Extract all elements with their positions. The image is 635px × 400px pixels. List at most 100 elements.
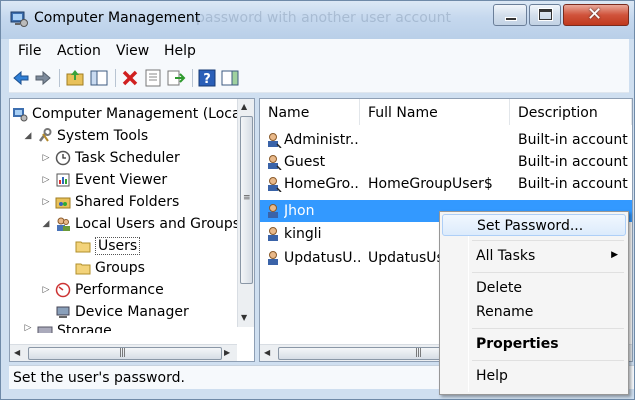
help-icon[interactable]: ? xyxy=(197,68,217,88)
maximize-icon xyxy=(539,9,552,20)
performance-icon xyxy=(55,282,71,298)
user-icon xyxy=(268,251,278,265)
toolbar-separator xyxy=(115,69,116,87)
user-name: Jhon xyxy=(284,203,315,219)
menu-item-help[interactable]: Help xyxy=(442,365,626,387)
tree-label: Device Manager xyxy=(75,304,189,320)
grip-icon: ≡ xyxy=(243,193,250,203)
collapsed-arrow-icon[interactable]: ▷ xyxy=(22,323,34,333)
user-icon xyxy=(268,227,278,241)
grip-icon: ||| xyxy=(119,348,126,358)
collapsed-arrow-icon[interactable]: ▷ xyxy=(40,285,52,295)
tools-icon xyxy=(39,128,52,142)
tree-item-groups[interactable]: Groups xyxy=(72,257,145,279)
user-row[interactable]: HomeGro... HomeGroupUser$ Built-in accou… xyxy=(260,173,632,195)
tree-item-performance[interactable]: ▷ Performance xyxy=(40,279,164,301)
scroll-left-arrow-icon[interactable]: ◀ xyxy=(14,348,20,357)
back-arrow-icon[interactable] xyxy=(11,68,31,88)
tree-item-system-tools[interactable]: ◢ System Tools xyxy=(22,125,148,147)
user-icon xyxy=(268,155,282,170)
computer-management-window: Computer Management password with anothe… xyxy=(0,0,635,400)
menu-help[interactable]: Help xyxy=(164,43,196,59)
tree-label: Storage xyxy=(57,323,112,333)
user-description: Built-in account xyxy=(518,176,628,192)
column-header-description[interactable]: Description xyxy=(510,99,632,125)
column-header-name[interactable]: Name xyxy=(260,99,360,125)
scroll-thumb[interactable]: ||| xyxy=(28,347,222,360)
minimize-button[interactable] xyxy=(493,4,527,26)
delete-icon[interactable] xyxy=(120,68,140,88)
tree-horizontal-scrollbar[interactable]: ◀ ||| ▶ xyxy=(10,344,237,361)
menu-item-set-password[interactable]: Set Password... xyxy=(442,214,626,236)
tree-label: Computer Management (Loca xyxy=(32,106,241,122)
user-name: UpdatusU... xyxy=(284,250,360,266)
tree-label: System Tools xyxy=(57,128,149,144)
scroll-thumb[interactable]: ≡ xyxy=(240,116,253,284)
expanded-arrow-icon[interactable]: ◢ xyxy=(40,219,52,229)
tree-item-local-users-and-groups[interactable]: ◢ Local Users and Groups xyxy=(40,213,241,235)
menu-item-properties[interactable]: Properties xyxy=(442,333,626,355)
users-groups-icon xyxy=(57,217,70,231)
menu-item-all-tasks[interactable]: All Tasks ▶ xyxy=(442,245,626,267)
minimize-icon xyxy=(505,17,517,21)
event-viewer-icon xyxy=(56,173,70,187)
menu-separator xyxy=(472,272,624,273)
tree-vertical-scrollbar[interactable]: ▲ ≡ ▼ xyxy=(237,99,254,327)
export-list-icon[interactable] xyxy=(166,68,186,88)
window-title: Computer Management xyxy=(34,10,201,26)
title-bar[interactable]: Computer Management password with anothe… xyxy=(1,1,634,39)
tree-label: Local Users and Groups xyxy=(75,216,241,232)
tree-label: Users xyxy=(95,237,141,255)
show-action-pane-icon[interactable] xyxy=(220,68,240,88)
close-button[interactable]: ✕ xyxy=(563,4,629,26)
properties-icon[interactable] xyxy=(143,68,163,88)
menu-item-rename[interactable]: Rename xyxy=(442,301,626,323)
menu-bar: File Action View Help xyxy=(9,39,629,63)
user-icon xyxy=(268,204,278,218)
show-hide-tree-icon[interactable] xyxy=(89,68,109,88)
user-full-name: UpdatusUs xyxy=(368,250,440,266)
collapsed-arrow-icon[interactable]: ▷ xyxy=(40,175,52,185)
shared-folder-icon xyxy=(55,197,71,209)
user-description: Built-in account xyxy=(518,154,628,170)
menu-file[interactable]: File xyxy=(18,43,41,59)
menu-item-label: All Tasks xyxy=(476,248,536,264)
tree-item-device-manager[interactable]: Device Manager xyxy=(52,301,189,323)
scroll-right-arrow-icon[interactable]: ▶ xyxy=(224,348,230,357)
collapsed-arrow-icon[interactable]: ▷ xyxy=(40,153,52,163)
menu-item-delete[interactable]: Delete xyxy=(442,277,626,299)
tree-item-storage[interactable]: ▷ Storage xyxy=(22,323,112,333)
device-manager-icon xyxy=(56,306,70,318)
up-folder-icon[interactable] xyxy=(65,68,85,88)
column-header-full-name[interactable]: Full Name xyxy=(360,99,510,125)
tree-item-shared-folders[interactable]: ▷ Shared Folders xyxy=(40,191,180,213)
tree-item-users[interactable]: Users xyxy=(72,235,141,257)
tree-item-task-scheduler[interactable]: ▷ Task Scheduler xyxy=(40,147,180,169)
scroll-up-arrow-icon[interactable]: ▲ xyxy=(241,102,247,111)
collapsed-arrow-icon[interactable]: ▷ xyxy=(40,197,52,207)
tree-item-computer-management[interactable]: Computer Management (Loca xyxy=(12,103,241,125)
tree-item-event-viewer[interactable]: ▷ Event Viewer xyxy=(40,169,168,191)
expanded-arrow-icon[interactable]: ◢ xyxy=(22,131,34,141)
grip-icon: ||| xyxy=(415,348,422,358)
computer-management-icon xyxy=(10,11,28,27)
menu-view[interactable]: View xyxy=(116,43,149,59)
user-icon xyxy=(268,133,282,148)
maximize-button[interactable] xyxy=(529,4,561,26)
scroll-left-arrow-icon[interactable]: ◀ xyxy=(264,348,270,357)
user-name: kingli xyxy=(284,226,322,242)
user-row[interactable]: Guest Built-in account xyxy=(260,151,632,173)
user-description: Built-in account xyxy=(518,132,628,148)
menu-separator xyxy=(472,360,624,361)
user-row[interactable]: Administr... Built-in account xyxy=(260,129,632,151)
computer-management-icon xyxy=(13,108,28,122)
console-tree-pane[interactable]: Computer Management (Loca ◢ System Tools… xyxy=(9,98,255,362)
user-name: Administr... xyxy=(284,132,360,148)
scroll-down-arrow-icon[interactable]: ▼ xyxy=(241,313,247,322)
tree-label: Task Scheduler xyxy=(75,150,180,166)
toolbar: ? xyxy=(9,63,629,93)
menu-action[interactable]: Action xyxy=(57,43,101,59)
submenu-arrow-icon: ▶ xyxy=(611,250,618,260)
forward-arrow-icon[interactable] xyxy=(33,68,53,88)
background-ghost-text: password with another user account xyxy=(196,10,452,26)
